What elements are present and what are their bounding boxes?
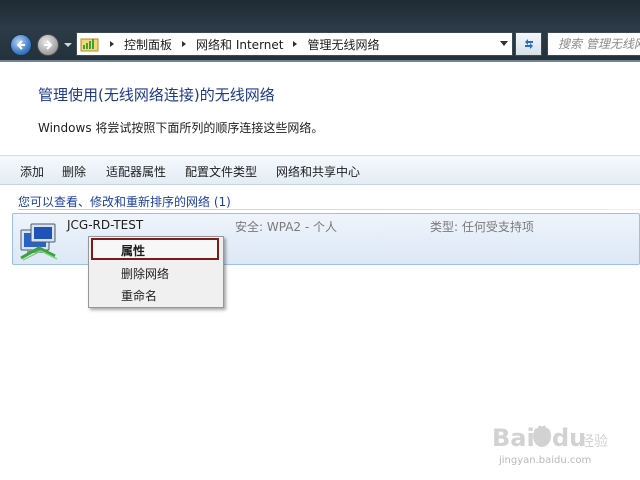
back-button[interactable] (10, 34, 32, 56)
watermark-url: jingyan.baidu.com (499, 455, 592, 466)
network-name: JCG-RD-TEST (67, 218, 144, 232)
refresh-icon (524, 39, 533, 49)
menu-item-rename[interactable]: 重命名 (121, 287, 157, 304)
page-description: Windows 将尝试按照下面所列的顺序连接这些网络。 (38, 121, 324, 135)
refresh-button[interactable] (515, 32, 542, 56)
chevron-down-icon[interactable] (500, 41, 508, 47)
breadcrumb-arrow-icon[interactable] (291, 40, 299, 48)
group-header[interactable]: 您可以查看、修改和重新排序的网络 (1) (18, 193, 231, 210)
adapter-properties-button[interactable]: 适配器属性 (106, 163, 166, 180)
breadcrumb-network-internet[interactable]: 网络和 Internet (196, 36, 283, 53)
command-bar: 添加 删除 适配器属性 配置文件类型 网络和共享中心 (0, 155, 640, 185)
delete-button[interactable]: 删除 (62, 163, 86, 180)
group-divider (18, 209, 640, 210)
svg-text:经验: 经验 (580, 434, 608, 450)
profile-type-button[interactable]: 配置文件类型 (185, 163, 257, 180)
breadcrumb-arrow-icon[interactable] (180, 40, 188, 48)
title-bar-divider (0, 60, 640, 62)
network-security: 安全: WPA2 - 个人 (235, 220, 337, 234)
history-dropdown-icon[interactable] (63, 40, 73, 50)
title-bar: 控制面板 网络和 Internet 管理无线网络 搜索 管理无线网络 (0, 0, 640, 62)
back-arrow-icon (16, 40, 25, 50)
forward-arrow-icon (44, 40, 53, 50)
menu-item-delete-network[interactable]: 删除网络 (121, 265, 169, 282)
breadcrumb-arrow-icon[interactable] (108, 40, 116, 48)
search-input[interactable]: 搜索 管理无线网络 (547, 32, 640, 56)
network-sharing-center-button[interactable]: 网络和共享中心 (276, 163, 360, 180)
forward-button[interactable] (37, 34, 59, 56)
breadcrumb-manage-wireless[interactable]: 管理无线网络 (307, 36, 379, 53)
network-type: 类型: 任何受支持项 (430, 220, 534, 234)
menu-item-highlight (91, 238, 219, 260)
menu-item-properties[interactable]: 属性 (121, 242, 145, 259)
svg-text:Bai: Bai (492, 424, 535, 452)
breadcrumb-control-panel[interactable]: 控制面板 (124, 36, 172, 53)
page-title: 管理使用(无线网络连接)的无线网络 (38, 86, 275, 104)
context-menu: 属性 删除网络 重命名 (88, 236, 224, 308)
address-bar[interactable]: 控制面板 网络和 Internet 管理无线网络 (76, 32, 513, 56)
wireless-network-icon (20, 223, 58, 261)
network-folder-icon (80, 38, 99, 52)
add-button[interactable]: 添加 (20, 163, 44, 180)
